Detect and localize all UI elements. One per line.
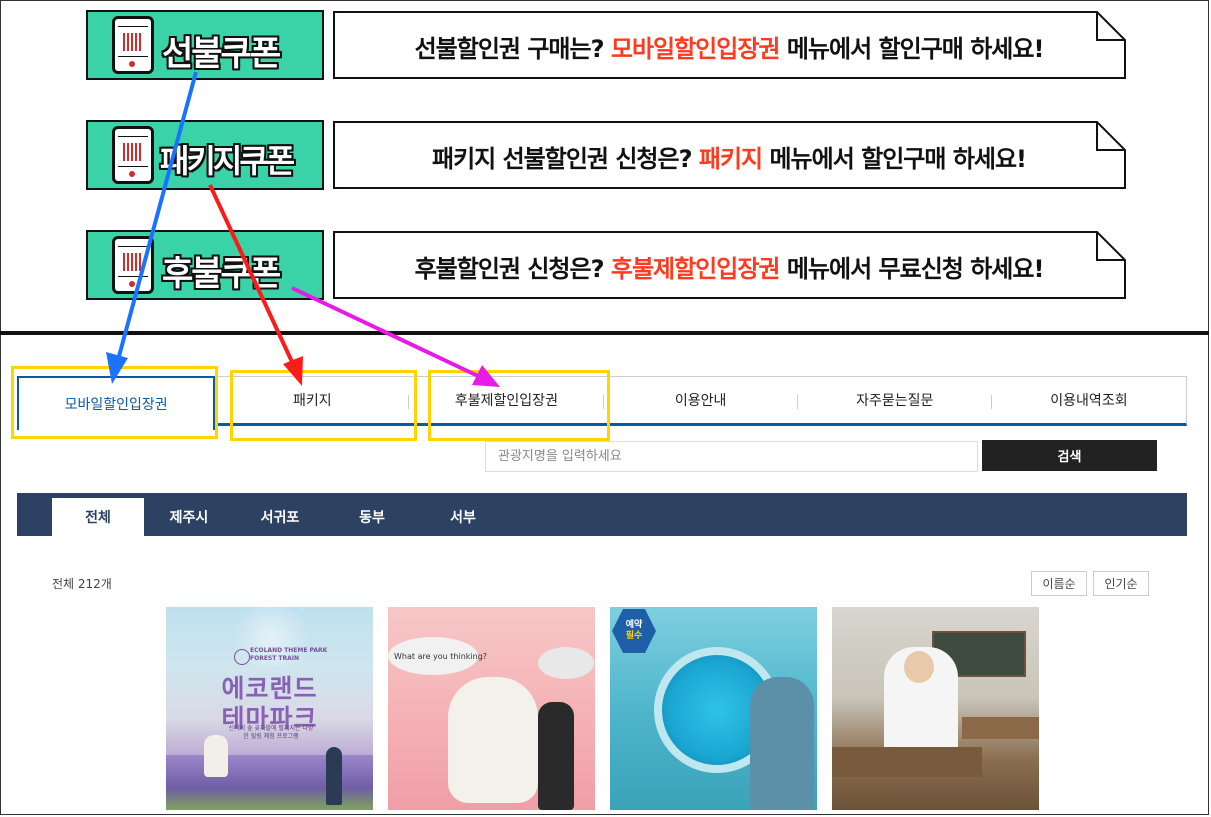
ecoland-logo-text: ECOLAND THEME PARK FOREST TRAIN	[250, 647, 328, 662]
prepaid-coupon-note: 선불할인권 구매는? 모바일할인입장권 메뉴에서 할인구매 하세요!	[333, 11, 1126, 79]
attraction-card-art-museum[interactable]: What are you thinking?	[388, 607, 595, 810]
ecoland-caption: 신비의 숲 곶자왈에 펼쳐지는 다양한 힐링 체험 프로그램	[228, 725, 314, 740]
person-figure	[204, 735, 228, 777]
person-head	[904, 651, 934, 683]
person-figure	[538, 702, 574, 810]
region-tab-west[interactable]: 서부	[417, 498, 509, 536]
region-tab-jeju-city[interactable]: 제주시	[143, 498, 235, 536]
tab-usage-guide[interactable]: 이용안내	[604, 377, 798, 423]
highlight-menu-name: 모바일할인입장권	[610, 35, 781, 63]
search-input[interactable]: 관광지명을 입력하세요	[485, 441, 978, 472]
badge-text-reserve: 예약	[625, 620, 643, 630]
desk	[832, 747, 982, 777]
region-filter-bar: 전체 제주시 서귀포 동부 서부	[17, 493, 1187, 536]
annotation-highlight-box	[11, 366, 218, 439]
section-divider	[0, 331, 1209, 335]
coupon-note-text: 후불할인권 신청은? 후불제할인입장권 메뉴에서 무료신청 하세요!	[414, 255, 1045, 283]
region-tab-east[interactable]: 동부	[326, 498, 418, 536]
attraction-card-aquarium[interactable]: 예약 필수	[610, 607, 817, 810]
coupon-note-text: 선불할인권 구매는? 모바일할인입장권 메뉴에서 할인구매 하세요!	[414, 35, 1045, 63]
coupon-note-text: 패키지 선불할인권 신청은? 패키지 메뉴에서 할인구매 하세요!	[431, 145, 1027, 173]
person-figure	[750, 677, 814, 810]
emblem-icon	[234, 649, 250, 665]
result-count: 전체 212개	[52, 577, 112, 591]
desk	[962, 717, 1039, 739]
package-coupon-note: 패키지 선불할인권 신청은? 패키지 메뉴에서 할인구매 하세요!	[333, 121, 1126, 189]
reservation-badge: 예약 필수	[612, 609, 656, 653]
annotation-highlight-box	[230, 370, 417, 441]
annotation-highlight-box	[428, 370, 610, 441]
tab-usage-history[interactable]: 이용내역조회	[992, 377, 1186, 423]
speech-bubble-text: What are you thinking?	[394, 652, 488, 661]
cloud-shape	[538, 647, 594, 679]
sort-by-popularity-button[interactable]: 인기순	[1093, 571, 1149, 596]
attraction-card-school-museum[interactable]	[832, 607, 1039, 810]
mobile-phone-icon	[112, 126, 154, 184]
sculpture-head	[448, 677, 538, 803]
sort-by-name-button[interactable]: 이름순	[1031, 571, 1087, 596]
package-coupon-badge: 패키지쿠폰	[86, 120, 324, 190]
mobile-phone-icon	[112, 236, 154, 294]
coupon-title: 선불쿠폰	[162, 34, 281, 74]
postpaid-coupon-note: 후불할인권 신청은? 후불제할인입장권 메뉴에서 무료신청 하세요!	[333, 231, 1126, 299]
region-tab-all[interactable]: 전체	[52, 498, 144, 536]
coupon-title: 후불쿠폰	[162, 254, 281, 294]
prepaid-coupon-badge: 선불쿠폰	[86, 10, 324, 80]
highlight-menu-name: 후불제할인입장권	[610, 255, 781, 283]
search-button[interactable]: 검색	[982, 440, 1157, 471]
region-tab-seogwipo[interactable]: 서귀포	[234, 498, 326, 536]
highlight-menu-name: 패키지	[698, 145, 763, 173]
mobile-phone-icon	[112, 16, 154, 74]
attraction-card-ecoland[interactable]: ECOLAND THEME PARK FOREST TRAIN 에코랜드 테마파…	[166, 607, 373, 810]
badge-text-required: 필수	[625, 631, 643, 641]
tab-faq[interactable]: 자주묻는질문	[798, 377, 993, 423]
coupon-title: 패키지쿠폰	[160, 142, 295, 180]
postpaid-coupon-badge: 후불쿠폰	[86, 230, 324, 300]
person-figure	[326, 747, 342, 805]
